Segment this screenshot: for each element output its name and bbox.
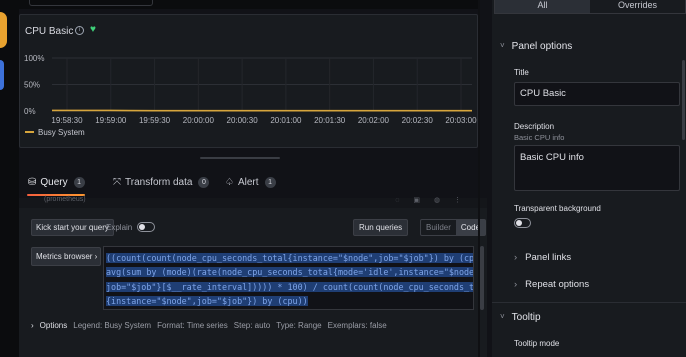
pane-divider[interactable] xyxy=(478,0,480,357)
tooltip-label: Tooltip xyxy=(511,312,541,323)
info-icon[interactable]: i xyxy=(75,26,84,35)
chevron-right-icon: › xyxy=(514,252,518,263)
nav-highlight xyxy=(0,60,4,90)
code-line: avg(sum by (mode)(rate(node_cpu_seconds_… xyxy=(106,265,473,279)
query-options-row[interactable]: › Options Legend: Busy System Format: Ti… xyxy=(31,321,387,330)
repeat-options-label: Repeat options xyxy=(525,279,590,290)
run-queries-button[interactable]: Run queries xyxy=(353,219,409,236)
transparent-label: Transparent background xyxy=(514,204,601,213)
editor-mode-switch: Builder Code xyxy=(420,219,487,236)
sidebar-scrollbar[interactable] xyxy=(682,60,685,140)
transparent-toggle[interactable] xyxy=(514,218,531,228)
query-editor: (prometheus) ◌ ▣ ◍ ⋮ Kick start your que… xyxy=(19,196,487,357)
bell-icon: ♤ xyxy=(225,177,234,188)
tab-alert[interactable]: ♤ Alert 1 xyxy=(225,177,276,188)
datasource-name: (prometheus) xyxy=(44,196,86,203)
query-header-row: (prometheus) ◌ ▣ ◍ ⋮ xyxy=(19,196,487,208)
x-tick-label: 20:02:30 xyxy=(402,116,434,125)
y-tick-label: 0% xyxy=(24,107,36,116)
top-toolbar-strip xyxy=(19,0,478,9)
chevron-right-icon: › xyxy=(514,279,518,290)
x-tick-label: 20:02:00 xyxy=(358,116,390,125)
options-format: Format: Time series xyxy=(157,321,228,330)
tab-transform[interactable]: ⤧ Transform data 0 xyxy=(113,177,210,188)
explain-toggle-group: Explain xyxy=(106,222,156,232)
resize-handle[interactable] xyxy=(200,157,280,159)
tab-alert-label: Alert xyxy=(237,177,259,188)
tab-alert-count: 1 xyxy=(264,177,276,188)
metrics-browser-button[interactable]: Metrics browser › xyxy=(31,247,101,266)
y-tick-label: 100% xyxy=(24,54,44,63)
x-tick-label: 20:01:00 xyxy=(270,116,302,125)
tab-query-count: 1 xyxy=(73,177,85,188)
query-row-actions-icon[interactable]: ◌ ▣ ◍ ⋮ xyxy=(395,196,467,204)
panel-links-section[interactable]: › Panel links xyxy=(514,252,571,263)
query-tabs: ⛁ Query 1 ⤧ Transform data 0 ♤ Alert 1 xyxy=(19,172,489,196)
chevron-down-icon: ˅ xyxy=(500,41,505,50)
legend-label: Busy System xyxy=(38,128,85,137)
editor-scrollbar[interactable] xyxy=(480,246,484,310)
code-line: job="$job"}[$__rate_interval])))) * 100)… xyxy=(106,280,473,294)
panel-preview: CPU Basic i ♥ 100% 50% 0% 19:58:30 19:59:00 1… xyxy=(19,14,478,148)
options-chevron-icon: › xyxy=(31,321,34,330)
description-help: Basic CPU info xyxy=(514,133,565,142)
options-sidebar: All Overrides ˅ Panel options Title CPU … xyxy=(492,0,686,357)
panel-options-label: Panel options xyxy=(511,41,573,52)
repeat-options-section[interactable]: › Repeat options xyxy=(514,279,589,290)
section-divider xyxy=(492,302,686,303)
kick-start-button[interactable]: Kick start your query xyxy=(31,219,114,236)
builder-mode-button[interactable]: Builder xyxy=(421,220,456,235)
explain-toggle[interactable] xyxy=(137,222,156,232)
tab-all[interactable]: All xyxy=(495,0,590,13)
grafana-logo-edge[interactable] xyxy=(0,12,7,48)
tab-query[interactable]: ⛁ Query 1 xyxy=(28,177,85,188)
options-type: Type: Range xyxy=(276,321,322,330)
x-tick-label: 20:00:00 xyxy=(183,116,215,125)
promql-code-input[interactable]: ((count(count(node_cpu_seconds_total{ins… xyxy=(103,246,474,310)
chevron-down-icon: ˅ xyxy=(500,312,505,321)
tab-transform-count: 0 xyxy=(198,177,210,188)
legend-swatch xyxy=(25,131,34,133)
x-tick-label: 20:00:30 xyxy=(227,116,259,125)
x-tick-label: 20:01:30 xyxy=(314,116,346,125)
options-step: Step: auto xyxy=(233,321,271,330)
code-line: {instance="$node",job="$job"}) by (cpu)) xyxy=(106,296,308,307)
x-tick-label: 19:59:30 xyxy=(139,116,171,125)
options-legend: Legend: Busy System xyxy=(73,321,152,330)
x-tick-label: 20:03:00 xyxy=(445,116,477,125)
options-tabs: All Overrides xyxy=(494,0,686,14)
tooltip-header[interactable]: ˅ Tooltip xyxy=(500,312,541,323)
tab-transform-label: Transform data xyxy=(125,177,193,188)
description-textarea[interactable]: Basic CPU info xyxy=(514,145,680,191)
explain-label: Explain xyxy=(106,222,133,232)
options-label: Options xyxy=(39,321,68,330)
options-exemplars: Exemplars: false xyxy=(327,321,387,330)
panel-options-header[interactable]: ˅ Panel options xyxy=(500,41,572,52)
tab-query-label: Query xyxy=(40,177,68,188)
title-label: Title xyxy=(514,68,529,77)
code-mode-button[interactable]: Code xyxy=(455,220,486,235)
panel-links-label: Panel links xyxy=(525,252,572,263)
tooltip-mode-label: Tooltip mode xyxy=(514,339,560,348)
x-tick-label: 19:59:00 xyxy=(95,116,127,125)
database-icon: ⛁ xyxy=(28,177,37,188)
time-series-chart: 100% 50% 0% 19:58:30 19:59:00 19:59:30 20:00:0… xyxy=(24,54,477,137)
panel-title[interactable]: CPU Basic xyxy=(25,26,73,37)
code-line: ((count(count(node_cpu_seconds_total{ins… xyxy=(106,251,473,265)
x-tick-label: 19:58:30 xyxy=(51,116,83,125)
toolbar-control[interactable] xyxy=(29,0,153,6)
tab-overrides[interactable]: Overrides xyxy=(590,0,685,13)
y-tick-label: 50% xyxy=(24,81,40,90)
title-input[interactable]: CPU Basic xyxy=(514,82,680,106)
description-label: Description xyxy=(514,122,555,131)
transform-icon: ⤧ xyxy=(113,177,121,188)
heart-icon: ♥ xyxy=(90,24,96,35)
left-nav-edge xyxy=(0,0,19,357)
